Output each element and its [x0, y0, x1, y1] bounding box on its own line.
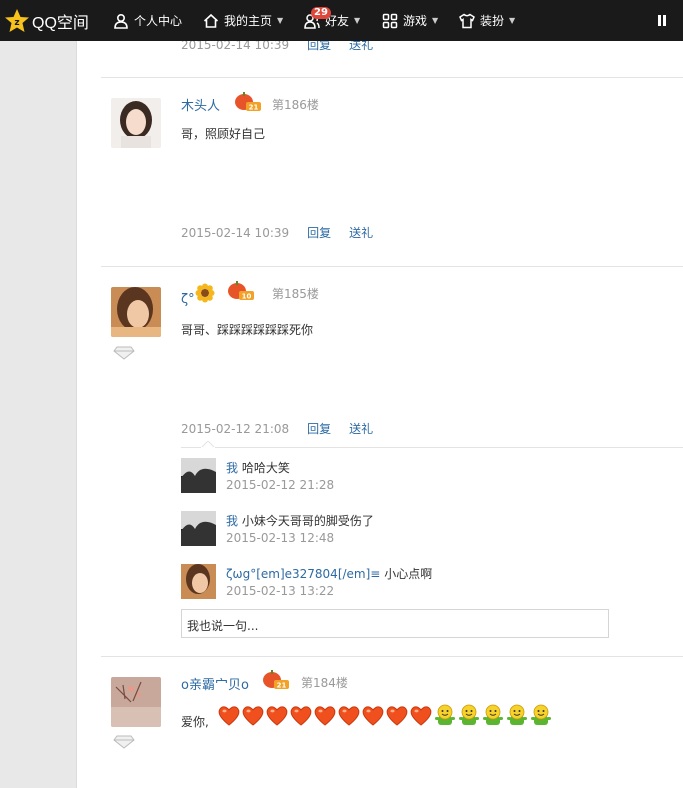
diamond-icon: [113, 735, 135, 749]
nav-my-home[interactable]: 我的主页 ▼: [203, 0, 283, 41]
floor-number: 第186楼: [272, 98, 319, 112]
avatar[interactable]: [181, 564, 216, 599]
smiley-emoji-icon: [459, 704, 479, 725]
nav-friends[interactable]: 29 好友 ▼: [304, 0, 360, 41]
avatar[interactable]: [111, 98, 161, 148]
reply-content: 哈哈大笑: [241, 461, 290, 475]
reply-link[interactable]: 回复: [307, 226, 331, 240]
post-text: 爱你,: [181, 715, 209, 729]
divider: [101, 656, 683, 657]
heart-emoji-icon: [218, 706, 240, 726]
chevron-down-icon: ▼: [509, 16, 516, 25]
avatar[interactable]: [181, 458, 216, 493]
reply-link[interactable]: 回复: [307, 422, 331, 436]
reply-content: 小妹今天哥哥的脚受伤了: [241, 514, 374, 528]
reply-divider: [181, 447, 683, 448]
post-text: 哥，照顾好自己: [181, 127, 266, 141]
avatar[interactable]: [111, 287, 161, 337]
reply-text: 我 哈哈大笑: [226, 459, 290, 476]
reply-text: 我 小妹今天哥哥的脚受伤了: [226, 512, 374, 529]
svg-text:21: 21: [249, 104, 259, 112]
post-author[interactable]: 木头人: [181, 95, 220, 114]
svg-text:10: 10: [242, 293, 252, 301]
logo-text: QQ空间: [32, 14, 89, 32]
post-author[interactable]: ζ°: [181, 292, 195, 307]
grid-icon: [382, 13, 398, 28]
smiley-emoji-icon: [435, 704, 455, 725]
tshirt-icon: [459, 13, 475, 28]
reply-time: 2015-02-13 12:48: [226, 531, 335, 545]
post-text: 哥哥、踩踩踩踩踩踩死你: [181, 323, 314, 337]
post-author[interactable]: o亲霸宀贝o: [181, 674, 249, 693]
top-navbar: z QQ空间 个人中心 我的主页 ▼ 29 好友 ▼ 游戏 ▼ 装扮 ▼: [0, 0, 683, 41]
gift-link[interactable]: 送礼: [349, 226, 373, 240]
heart-emoji-icon: [266, 706, 288, 726]
heart-emoji-icon: [242, 706, 264, 726]
nav-decorate[interactable]: 装扮 ▼: [459, 0, 515, 41]
chevron-down-icon: ▼: [354, 16, 361, 25]
qzone-logo[interactable]: z QQ空间: [4, 8, 104, 34]
post-time: 2015-02-12 21:08: [181, 422, 290, 436]
post-meta: 2015-02-12 21:08 回复 送礼: [181, 420, 373, 437]
level-pumpkin-icon: 21: [263, 670, 289, 690]
home-icon: [203, 13, 219, 28]
heart-emoji-icon: [386, 706, 408, 726]
qzone-star-icon: z: [5, 8, 29, 32]
level-pumpkin-icon: 21: [235, 92, 261, 112]
person-icon: [114, 13, 128, 29]
smiley-emoji-icon: [531, 704, 551, 725]
emoji-row: [217, 703, 553, 727]
floor-number: 第185楼: [272, 287, 319, 301]
reply-author[interactable]: ζωg°[em]e327804[/em]≡: [226, 567, 380, 581]
nav-label: 我的主页: [224, 14, 273, 28]
level-pumpkin-icon: 10: [228, 281, 254, 301]
heart-emoji-icon: [290, 706, 312, 726]
heart-emoji-icon: [338, 706, 360, 726]
smiley-emoji-icon: [507, 704, 527, 725]
nav-label: 个人中心: [134, 14, 183, 28]
reply-author[interactable]: 我: [226, 461, 238, 475]
reply-text: ζωg°[em]e327804[/em]≡ 小心点啊: [226, 565, 432, 582]
message-board: 2015-02-14 10:39 回复 送礼 木头人 21 第186楼 哥，照顾好自…: [77, 0, 683, 788]
reply-arrow: [201, 441, 215, 448]
divider: [101, 266, 683, 267]
avatar[interactable]: [181, 511, 216, 546]
chevron-down-icon: ▼: [432, 16, 439, 25]
post-meta: 2015-02-14 10:39 回复 送礼: [181, 224, 373, 241]
heart-emoji-icon: [314, 706, 336, 726]
nav-label: 装扮: [480, 14, 505, 28]
pause-music-icon[interactable]: [658, 15, 668, 26]
gift-link[interactable]: 送礼: [349, 422, 373, 436]
divider: [101, 77, 683, 78]
nav-personal-center[interactable]: 个人中心: [113, 0, 182, 41]
post-time: 2015-02-14 10:39: [181, 226, 290, 240]
friends-badge: 29: [311, 7, 331, 19]
avatar[interactable]: [111, 677, 161, 727]
diamond-icon: [113, 346, 135, 360]
chevron-down-icon: ▼: [277, 16, 284, 25]
reply-time: 2015-02-12 21:28: [226, 478, 335, 492]
nav-games[interactable]: 游戏 ▼: [382, 0, 438, 41]
floor-number: 第184楼: [301, 676, 348, 690]
svg-text:z: z: [14, 18, 19, 28]
left-gutter: [0, 41, 77, 788]
heart-emoji-icon: [362, 706, 384, 726]
smiley-emoji-icon: [483, 704, 503, 725]
reply-author[interactable]: 我: [226, 514, 238, 528]
heart-emoji-icon: [410, 706, 432, 726]
reply-input[interactable]: 我也说一句...: [181, 609, 609, 638]
svg-text:21: 21: [277, 682, 287, 690]
reply-time: 2015-02-13 13:22: [226, 584, 335, 598]
sunflower-icon: [195, 283, 215, 303]
reply-content: 小心点啊: [384, 567, 433, 581]
nav-label: 游戏: [403, 14, 428, 28]
